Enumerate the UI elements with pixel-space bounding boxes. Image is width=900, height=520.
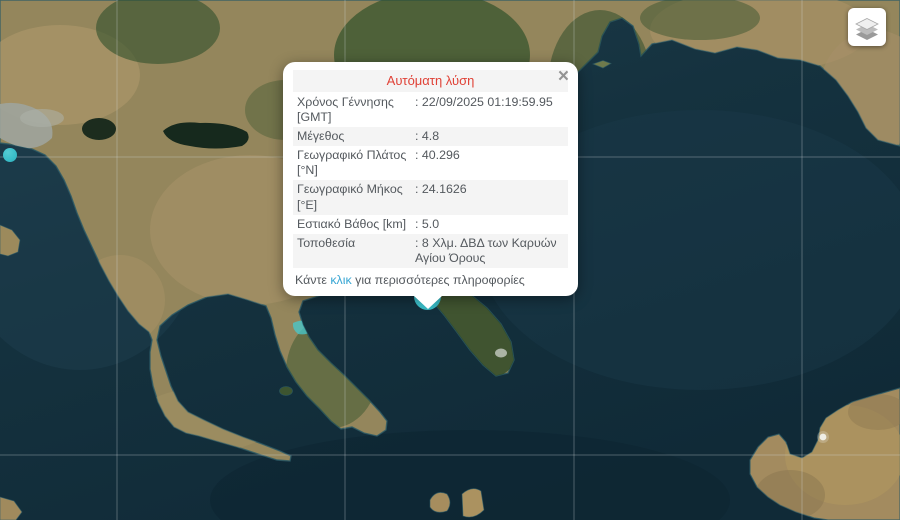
field-label: Τοποθεσία (297, 236, 415, 266)
footer-text: Κάντε (295, 273, 330, 287)
secondary-earthquake-marker[interactable] (3, 148, 17, 162)
field-value: : 8 Χλμ. ΔΒΔ των Καρυών Αγίου Όρους (415, 236, 564, 266)
field-label: Εστιακό Βάθος [km] (297, 217, 415, 232)
field-label: Μέγεθος (297, 129, 415, 144)
field-value: : 5.0 (415, 217, 564, 232)
footer-text: για περισσότερες πληροφορίες (352, 273, 525, 287)
popup-tail (413, 295, 443, 309)
map-viewport[interactable]: × Αυτόματη λύση Χρόνος Γέννησης [GMT] : … (0, 0, 900, 520)
popup-footer: Κάντε κλικ για περισσότερες πληροφορίες (293, 273, 568, 290)
popup-row-longitude: Γεωγραφικό Μήκος [°E] : 24.1626 (293, 180, 568, 214)
layer-switcher-button[interactable] (848, 8, 886, 46)
field-label: Γεωγραφικό Μήκος [°E] (297, 182, 415, 212)
earthquake-info-popup: × Αυτόματη λύση Χρόνος Γέννησης [GMT] : … (283, 62, 578, 296)
popup-close-button[interactable]: × (556, 65, 571, 88)
field-value: : 22/09/2025 01:19:59.95 (415, 95, 564, 125)
field-label: Γεωγραφικό Πλάτος [°N] (297, 148, 415, 178)
field-value: : 24.1626 (415, 182, 564, 212)
field-value: : 40.296 (415, 148, 564, 178)
popup-row-depth: Εστιακό Βάθος [km] : 5.0 (293, 215, 568, 234)
popup-row-latitude: Γεωγραφικό Πλάτος [°N] : 40.296 (293, 146, 568, 180)
field-label: Χρόνος Γέννησης [GMT] (297, 95, 415, 125)
popup-title: Αυτόματη λύση (293, 70, 568, 92)
field-value: : 4.8 (415, 129, 564, 144)
more-info-link[interactable]: κλικ (330, 273, 351, 287)
layers-icon (854, 14, 880, 40)
popup-row-location: Τοποθεσία : 8 Χλμ. ΔΒΔ των Καρυών Αγίου … (293, 234, 568, 268)
popup-row-origin-time: Χρόνος Γέννησης [GMT] : 22/09/2025 01:19… (293, 93, 568, 127)
popup-row-magnitude: Μέγεθος : 4.8 (293, 127, 568, 146)
